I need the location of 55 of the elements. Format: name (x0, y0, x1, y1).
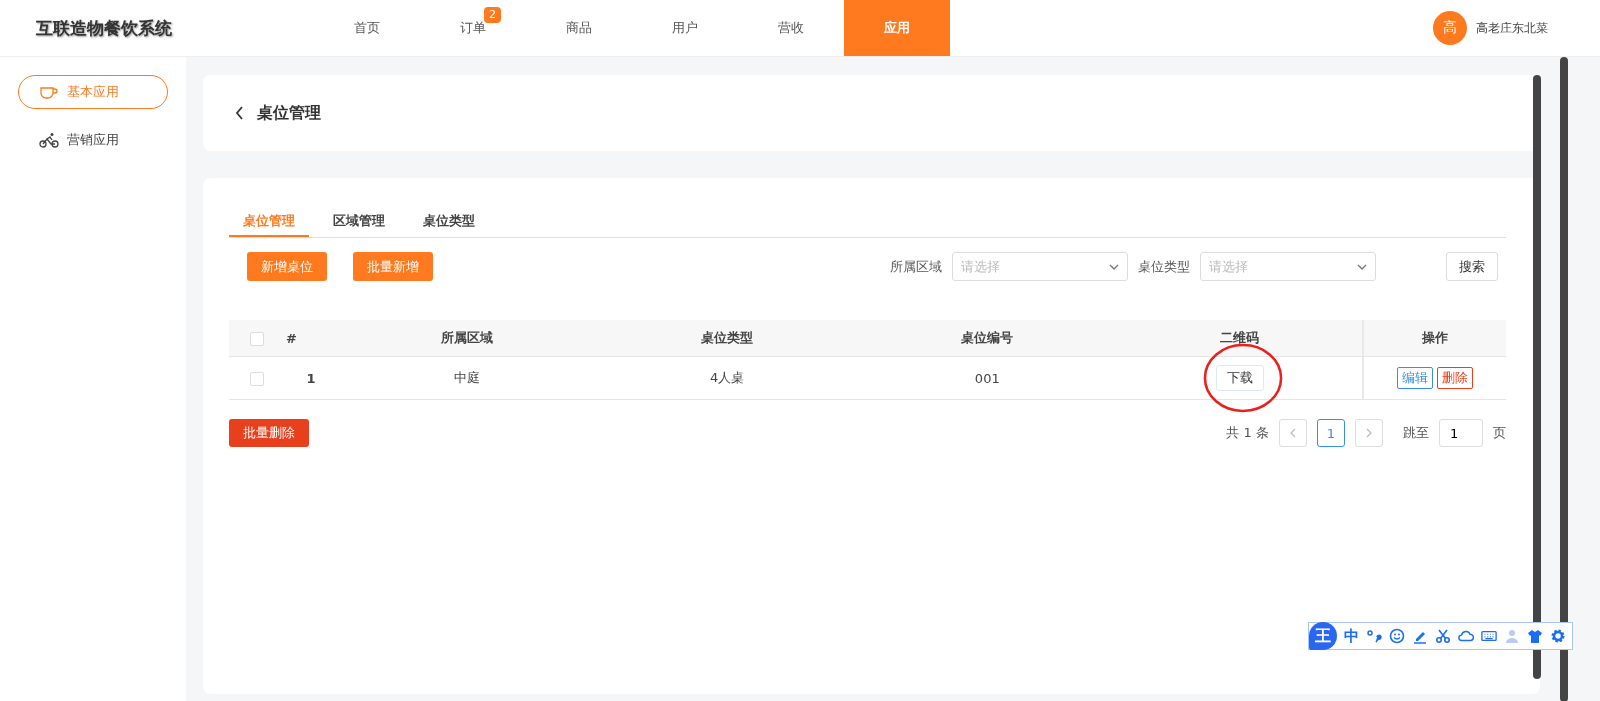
input-mode-toggle[interactable]: 中 (1344, 626, 1359, 646)
table-cell: 4人桌 (597, 356, 858, 400)
download-button[interactable]: 下载 (1215, 365, 1264, 391)
select-field[interactable]: 请选择 (1200, 252, 1376, 281)
bulk-delete-button[interactable]: 批量删除 (229, 419, 309, 447)
sidebar-item[interactable]: 营销应用 (18, 123, 168, 157)
tab[interactable]: 桌位类型 (409, 206, 489, 237)
punctuation-icon[interactable] (1366, 628, 1382, 644)
column-header: 桌位编号 (857, 320, 1118, 357)
delete-button[interactable]: 删除 (1437, 367, 1473, 389)
cup-icon (39, 84, 59, 100)
total-count: 共 1 条 (1226, 424, 1269, 442)
user-name[interactable]: 高老庄东北菜 (1476, 19, 1548, 37)
table-cell: 1 (285, 356, 337, 400)
keyboard-icon[interactable] (1481, 628, 1497, 644)
settings-icon[interactable] (1550, 628, 1566, 644)
nav-tab[interactable]: 商品 (526, 0, 632, 56)
chevron-left-icon (1290, 428, 1296, 438)
filter-label: 所属区域 (890, 257, 942, 276)
cloud-icon[interactable] (1458, 628, 1474, 644)
caret-icon (1357, 264, 1367, 270)
count-badge: 2 (484, 7, 501, 23)
select-field[interactable]: 请选择 (952, 252, 1128, 281)
app-title: 互联造物餐饮系统 (35, 16, 173, 40)
jump-label: 跳至 (1403, 424, 1429, 442)
edit-button[interactable]: 编辑 (1397, 367, 1433, 389)
scrollbar[interactable] (1533, 75, 1541, 679)
column-header: # (285, 320, 337, 357)
table-cell: 001 (857, 356, 1118, 400)
nav-tab[interactable]: 用户 (632, 0, 738, 56)
table-cell: 中庭 (337, 356, 598, 400)
scrollbar[interactable] (1560, 57, 1568, 701)
column-header: 所属区域 (337, 320, 598, 357)
caret-icon (1109, 264, 1119, 270)
search-button[interactable]: 搜索 (1446, 252, 1498, 281)
row-checkbox[interactable] (250, 371, 264, 386)
scissors-icon[interactable] (1435, 628, 1451, 644)
column-header: 桌位类型 (597, 320, 858, 357)
select-all-checkbox[interactable] (250, 331, 264, 346)
back-icon[interactable] (235, 105, 245, 121)
chevron-right-icon (1366, 428, 1372, 438)
page-input[interactable]: 1 (1439, 419, 1483, 447)
column-header: 操作 (1363, 320, 1506, 357)
column-header: 二维码 (1117, 320, 1363, 357)
cyclist-icon (39, 132, 59, 148)
tab[interactable]: 区域管理 (319, 206, 399, 237)
ime-logo[interactable]: 王 (1309, 622, 1337, 650)
page-title: 桌位管理 (257, 102, 321, 124)
nav-tab[interactable]: 首页 (314, 0, 420, 56)
nav-tab[interactable]: 订单 2 (420, 0, 526, 56)
nav-tab[interactable]: 营收 (738, 0, 844, 56)
smiley-icon[interactable] (1389, 628, 1405, 644)
shirt-icon[interactable] (1527, 628, 1543, 644)
filter-label: 桌位类型 (1138, 257, 1190, 276)
page-unit: 页 (1493, 424, 1506, 442)
